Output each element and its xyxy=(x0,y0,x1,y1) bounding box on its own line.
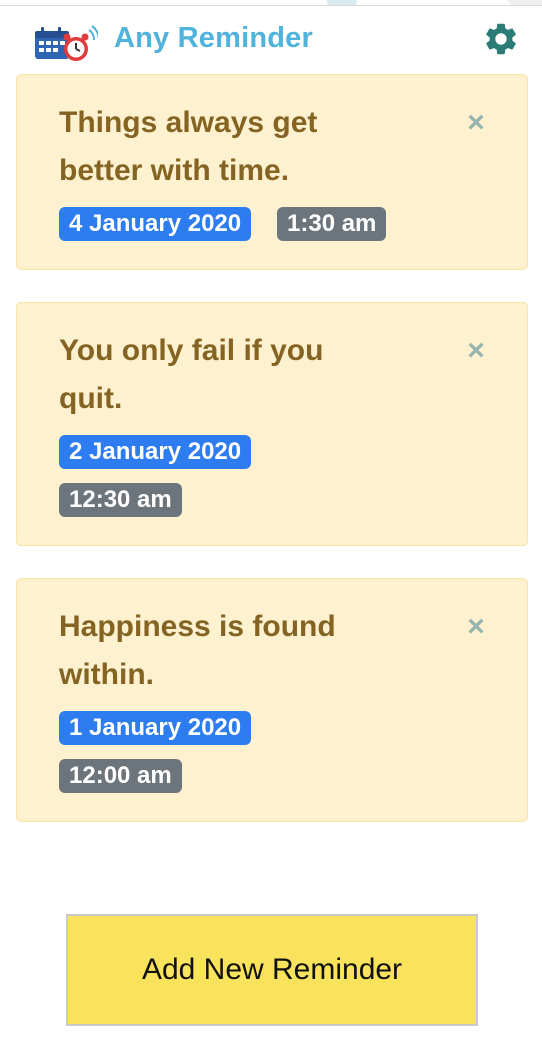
close-icon[interactable]: × xyxy=(464,612,488,642)
reminder-time-badge: 12:00 am xyxy=(59,759,182,793)
reminder-card: Things always get better with time. × 4 … xyxy=(16,74,528,270)
reminder-date-badge: 4 January 2020 xyxy=(59,207,252,241)
gear-icon[interactable] xyxy=(482,20,520,58)
app-header: Any Reminder xyxy=(0,12,542,68)
add-new-reminder-button[interactable]: Add New Reminder xyxy=(66,914,478,1026)
reminder-date-badge: 2 January 2020 xyxy=(59,435,252,469)
top-edge-corner xyxy=(508,0,542,5)
reminder-time-badge: 1:30 am xyxy=(277,207,387,241)
top-edge-tab xyxy=(327,0,357,5)
close-icon[interactable]: × xyxy=(464,108,488,138)
reminder-card: Happiness is found within. × 1 January 2… xyxy=(16,578,528,822)
app-title: Any Reminder xyxy=(114,22,313,54)
reminder-card: You only fail if you quit. × 2 January 2… xyxy=(16,302,528,546)
reminder-text: Things always get better with time. xyxy=(59,106,318,187)
reminder-text: Happiness is found within. xyxy=(59,610,336,691)
reminder-time-badge: 12:30 am xyxy=(59,483,182,517)
calendar-alarm-icon xyxy=(35,25,98,61)
browser-top-edge xyxy=(0,0,542,6)
close-icon[interactable]: × xyxy=(464,336,488,366)
reminder-text: You only fail if you quit. xyxy=(59,334,324,415)
reminder-date-badge: 1 January 2020 xyxy=(59,711,252,745)
